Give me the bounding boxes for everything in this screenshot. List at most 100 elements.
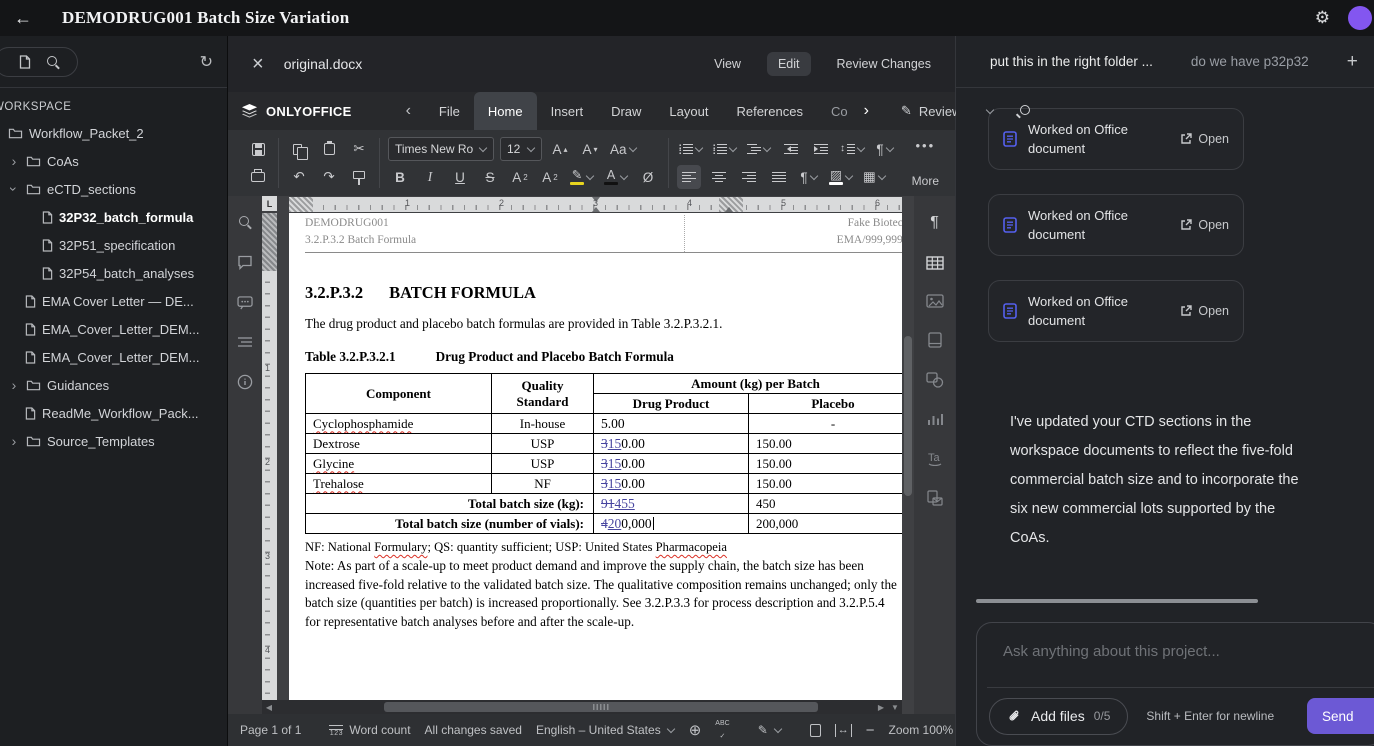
font-color-icon[interactable]: A	[602, 165, 630, 189]
underline-button[interactable]: U	[448, 165, 472, 189]
set-language-globe-icon[interactable]: ⊕	[689, 721, 702, 739]
table-cell[interactable]: NF	[492, 474, 594, 494]
table-cell[interactable]: 200,000	[749, 514, 903, 534]
comments-icon[interactable]	[237, 254, 253, 270]
open-document-link[interactable]: Open	[1180, 304, 1229, 318]
table-cell[interactable]: Dextrose	[306, 434, 492, 454]
table-row[interactable]: TrehaloseNF3150.00150.00	[306, 474, 903, 494]
align-center-icon[interactable]	[707, 165, 731, 189]
chevron-down-icon[interactable]: ›	[7, 183, 21, 195]
sidebar-file-32p32-batch-formula[interactable]: 32P32_batch_formula	[0, 203, 227, 231]
activity-card[interactable]: Worked on Office documentOpen	[988, 108, 1244, 170]
sidebar-file-ema-cover-letter-dem-[interactable]: EMA_Cover_Letter_DEM...	[0, 343, 227, 371]
table-total-row[interactable]: Total batch size (number of vials):4200,…	[306, 514, 903, 534]
user-avatar[interactable]	[1348, 6, 1372, 30]
tab-draw[interactable]: Draw	[597, 92, 655, 130]
table-cell[interactable]: Total batch size (kg):	[306, 494, 594, 514]
close-document-icon[interactable]: ×	[252, 53, 264, 76]
justify-icon[interactable]	[767, 165, 791, 189]
save-icon[interactable]	[246, 137, 270, 161]
paragraph-mark-icon[interactable]: ¶	[873, 137, 897, 161]
activity-card[interactable]: Worked on Office documentOpen	[988, 280, 1244, 342]
copy-icon[interactable]	[287, 137, 311, 161]
tab-co[interactable]: Co	[817, 92, 850, 130]
print-icon[interactable]	[246, 165, 270, 189]
shape-settings-icon[interactable]	[926, 372, 944, 388]
shading-icon[interactable]: ▨	[827, 165, 855, 189]
fit-width-icon[interactable]: ↔	[835, 724, 852, 737]
font-size-select[interactable]: 12	[500, 137, 542, 161]
find-icon[interactable]	[239, 216, 251, 228]
tab-file[interactable]: File	[425, 92, 474, 130]
chevron-right-icon[interactable]: ›	[8, 154, 20, 168]
chevron-right-icon[interactable]: ›	[8, 434, 20, 448]
chart-settings-icon[interactable]	[927, 412, 943, 426]
sidebar-file-ema-cover-letter-dem-[interactable]: EMA_Cover_Letter_DEM...	[0, 315, 227, 343]
toolbar-more-button[interactable]: More	[912, 174, 939, 188]
borders-icon[interactable]: ▦	[861, 165, 888, 189]
table-cell[interactable]: 3150.00	[594, 454, 749, 474]
open-document-link[interactable]: Open	[1180, 218, 1229, 232]
table-cell[interactable]: -	[749, 414, 903, 434]
scroll-right-arrow[interactable]: ▶	[874, 703, 888, 712]
image-settings-icon[interactable]	[926, 294, 944, 308]
back-arrow-icon[interactable]: ←	[14, 8, 38, 29]
sidebar-folder-workflow-packet-2[interactable]: Workflow_Packet_2	[0, 119, 227, 147]
sidebar-file-32p51-specification[interactable]: 32P51_specification	[0, 231, 227, 259]
table-cell[interactable]: 91455	[594, 494, 749, 514]
strikeout-button[interactable]: S	[478, 165, 502, 189]
align-left-icon[interactable]	[677, 165, 701, 189]
table-cell[interactable]: 150.00	[749, 454, 903, 474]
table-cell[interactable]: 450	[749, 494, 903, 514]
paragraph-settings-icon[interactable]: ¶	[930, 214, 939, 232]
table-row[interactable]: DextroseUSP3150.00150.00	[306, 434, 903, 454]
sidebar-folder-guidances[interactable]: ›Guidances	[0, 371, 227, 399]
tab-home[interactable]: Home	[474, 92, 537, 130]
table-cell[interactable]: In-house	[492, 414, 594, 434]
sidebar-folder-coas[interactable]: ›CoAs	[0, 147, 227, 175]
language-select[interactable]: English – United States	[536, 723, 675, 737]
send-button[interactable]: Send	[1307, 698, 1374, 734]
table-cell[interactable]: Trehalose	[306, 474, 492, 494]
redo-icon[interactable]: ↷	[317, 165, 341, 189]
copy-style-icon[interactable]	[347, 165, 371, 189]
table-total-row[interactable]: Total batch size (kg):91455450	[306, 494, 903, 514]
fit-page-icon[interactable]	[810, 724, 821, 737]
line-spacing-icon[interactable]	[839, 137, 867, 161]
decrease-indent-icon[interactable]	[779, 137, 803, 161]
view-button[interactable]: View	[714, 57, 741, 71]
table-cell[interactable]: 5.00	[594, 414, 749, 434]
tabs-scroll-right-icon[interactable]: ›	[864, 102, 869, 120]
align-right-icon[interactable]	[737, 165, 761, 189]
sidebar-view-switch[interactable]	[0, 47, 78, 77]
undo-icon[interactable]: ↶	[287, 165, 311, 189]
subscript-button[interactable]: A2	[538, 165, 562, 189]
document-page[interactable]: DEMODRUG001 3.2.P.3.2 Batch Formula Fake…	[289, 213, 902, 700]
sidebar-file-ema-cover-letter-de-[interactable]: EMA Cover Letter — DE...	[0, 287, 227, 315]
mail-merge-icon[interactable]	[927, 490, 943, 506]
toolbar-overflow-icon[interactable]: •••	[916, 138, 936, 153]
horizontal-ruler[interactable]: 123456	[277, 196, 902, 213]
table-cell[interactable]: Cyclophosphamide	[306, 414, 492, 434]
chat-scroll-indicator[interactable]	[976, 599, 1258, 603]
search-icon[interactable]	[47, 56, 59, 68]
tab-selector[interactable]: L	[262, 196, 277, 211]
numbering-icon[interactable]	[711, 137, 739, 161]
page-indicator[interactable]: Page 1 of 1	[240, 723, 301, 737]
table-row[interactable]: CyclophosphamideIn-house5.00-	[306, 414, 903, 434]
spell-check-icon[interactable]: ABC✓	[715, 720, 729, 740]
table-cell[interactable]: Glycine	[306, 454, 492, 474]
vertical-scrollbar[interactable]	[902, 196, 914, 714]
add-files-button[interactable]: Add files 0/5	[989, 698, 1128, 735]
scroll-left-arrow[interactable]: ◀	[262, 703, 276, 712]
right-indent-marker[interactable]	[725, 203, 733, 212]
track-changes-icon[interactable]: ✎	[758, 723, 782, 737]
table-cell[interactable]: USP	[492, 454, 594, 474]
table-cell[interactable]: 4200,000	[594, 514, 749, 534]
document-canvas[interactable]: DEMODRUG001 3.2.P.3.2 Batch Formula Fake…	[277, 213, 902, 700]
bold-button[interactable]: B	[388, 165, 412, 189]
navigation-headings-icon[interactable]	[237, 336, 253, 348]
vscroll-thumb[interactable]	[904, 336, 912, 496]
increment-font-icon[interactable]: A▴	[548, 137, 572, 161]
tab-references[interactable]: References	[722, 92, 816, 130]
